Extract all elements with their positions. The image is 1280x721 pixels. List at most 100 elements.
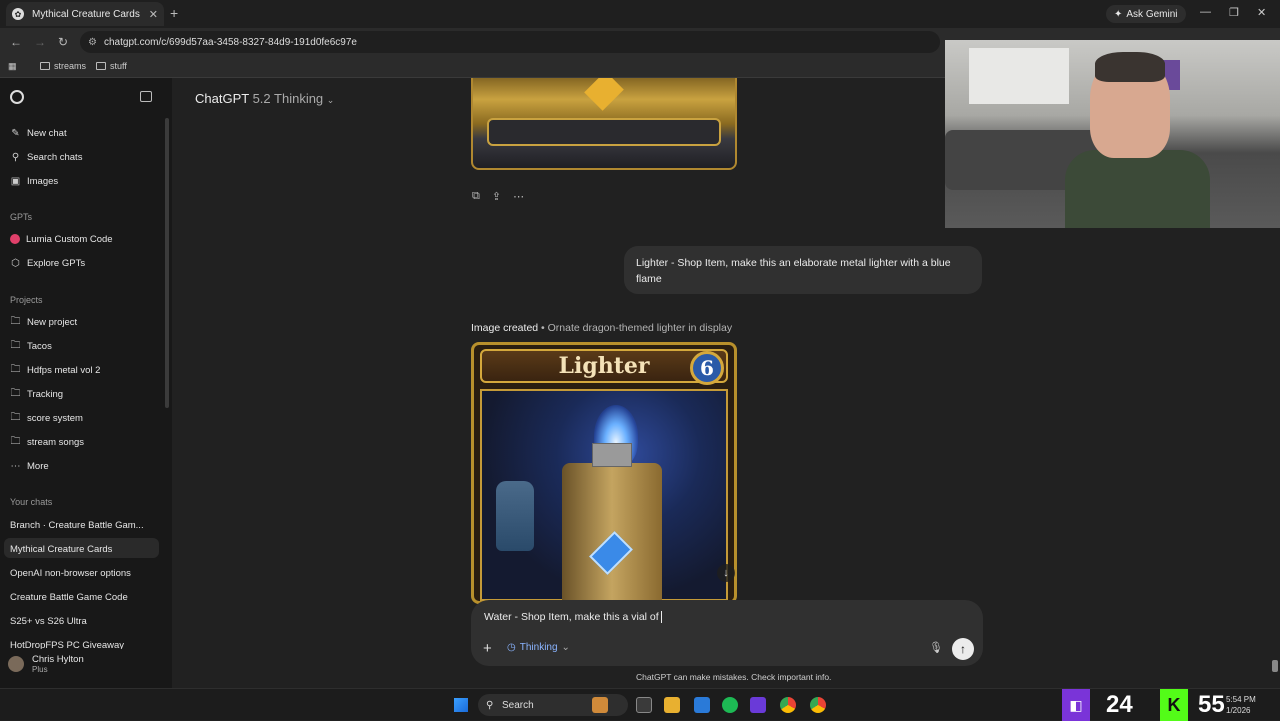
model-selector[interactable]: ChatGPT 5.2 Thinking ⌄ [195,91,334,106]
blue-gem-art [589,531,633,575]
generated-lighter-card-image[interactable]: Lighter 6 [471,342,737,604]
sidebar-item-tacos[interactable]: 🗀 Tacos [10,336,52,356]
sidebar-item-label: New chat [27,127,67,139]
lighter-chimney-art [592,443,632,467]
url-text: chatgpt.com/c/699d57aa-3458-8327-84d9-19… [104,36,357,48]
webcam-hair-art [1095,52,1165,82]
image-created-label: Image created [471,322,539,334]
card-artwork [480,389,728,601]
share-icon[interactable]: ⇪ [492,190,501,203]
sidebar-toggle-icon[interactable] [140,91,152,102]
spotify-icon[interactable] [722,697,738,713]
bookmark-stuff[interactable]: stuff [96,61,127,71]
sidebar-item-stream-songs[interactable]: 🗀 stream songs [10,432,85,452]
sidebar-item-score-system[interactable]: 🗀 score system [10,408,83,428]
system-clock[interactable]: 5:54 PM 1/2026 [1226,694,1256,716]
message-composer[interactable]: Water - Shop Item, make this a vial of +… [471,600,983,666]
previous-generated-card-image[interactable] [471,78,737,170]
card-gem-ornament [584,78,624,111]
reload-icon[interactable]: ↻ [58,35,68,49]
thinking-mode-button[interactable]: ◷ Thinking ⌄ [507,642,570,653]
sidebar-item-label: Tacos [27,340,52,352]
user-profile[interactable]: Chris Hylton Plus [8,654,84,674]
more-icon[interactable]: ⋯ [513,190,524,203]
user-name: Chris Hylton [32,654,84,665]
chat-item[interactable]: OpenAI non-browser options [10,568,131,579]
forward-icon[interactable]: → [34,35,46,49]
chevron-down-icon: ⌄ [561,642,570,653]
minimize-icon[interactable]: — [1200,6,1211,18]
chatgpt-favicon-icon: ✿ [12,8,24,20]
add-attachment-icon[interactable]: + [483,640,492,657]
hud-fx-icon[interactable] [750,697,766,713]
sidebar: ✎ New chat ⚲ Search chats ▣ Images GPTs … [0,78,172,688]
new-folder-icon: 🗀 [10,315,21,327]
folder-icon: 🗀 [10,435,21,447]
copy-icon[interactable]: ⧉ [472,190,480,203]
image-actions: ⧉ ⇪ ⋯ [472,190,524,203]
microphone-icon[interactable]: 🎙 [929,641,943,654]
back-icon[interactable]: ← [10,35,22,49]
sidebar-item-label: Hdfps metal vol 2 [27,364,101,376]
site-info-icon[interactable]: ⚙ [88,37,97,48]
sidebar-item-label: New project [27,316,78,328]
task-view-icon[interactable] [636,697,652,713]
new-tab-icon[interactable]: + [170,5,178,21]
cube-icon: ⬡ [11,257,20,269]
gpts-heading: GPTs [10,212,33,222]
chrome-active-icon[interactable] [810,697,826,713]
sidebar-item-images[interactable]: ▣ Images [10,171,58,191]
close-window-icon[interactable]: ✕ [1257,6,1266,19]
clock-icon: ◷ [507,642,516,653]
main-scrollbar[interactable] [1272,660,1278,672]
chat-item[interactable]: Creature Battle Game Code [10,592,128,603]
sidebar-item-new-project[interactable]: 🗀 New project [10,312,78,332]
composer-input[interactable]: Water - Shop Item, make this a vial of [484,611,662,624]
chat-item[interactable]: Branch · Creature Battle Gam... [10,520,144,531]
sidebar-item-label: stream songs [27,436,85,448]
gpt-avatar-icon [10,234,20,244]
taskbar: ⚲ Search ◧ 24 K 55 5:54 PM 1/2026 [0,688,1280,721]
sidebar-item-label: Search chats [27,151,83,163]
kick-icon[interactable]: K [1160,689,1188,721]
thinking-label: Thinking [519,642,558,653]
ask-gemini-label: Ask Gemini [1126,8,1178,20]
sidebar-item-search-chats[interactable]: ⚲ Search chats [10,147,83,167]
folder-icon: 🗀 [10,387,21,399]
chat-item[interactable]: S25+ vs S26 Ultra [10,616,87,627]
browser-tab[interactable]: ✿ Mythical Creature Cards ✕ [6,2,164,26]
sidebar-item-explore-gpts[interactable]: ⬡ Explore GPTs [10,253,85,273]
url-field[interactable]: ⚙ chatgpt.com/c/699d57aa-3458-8327-84d9-… [80,31,940,53]
bookmark-label: streams [54,61,87,71]
apps-grid-icon[interactable]: ▦ [8,61,17,72]
sidebar-item-label: Explore GPTs [27,257,86,269]
sidebar-item-tracking[interactable]: 🗀 Tracking [10,384,64,404]
twitch-viewer-count: 24 [1106,691,1133,718]
webcam-overlay [945,40,1280,228]
openai-logo-icon[interactable] [10,90,24,104]
bookmark-streams[interactable]: streams [40,61,86,71]
avatar [8,656,24,672]
chat-item[interactable]: HotDropFPS PC Giveaway [10,640,124,649]
chat-item-active[interactable]: Mythical Creature Cards [10,544,112,555]
widgets-icon[interactable] [592,697,608,713]
sidebar-item-more[interactable]: ⋯ More [10,456,49,476]
chrome-icon[interactable] [780,697,796,713]
maximize-icon[interactable]: ❐ [1229,6,1239,19]
sidebar-item-label: More [27,460,49,472]
file-explorer-icon[interactable] [664,697,680,713]
sidebar-item-hdfps-metal[interactable]: 🗀 Hdfps metal vol 2 [10,360,101,380]
composer-input-text: Water - Shop Item, make this a vial of [484,611,659,623]
dots-icon: ⋯ [10,460,21,472]
notepad-icon[interactable] [694,697,710,713]
windows-start-icon[interactable] [454,698,468,712]
sidebar-item-new-chat[interactable]: ✎ New chat [10,123,67,143]
twitch-icon[interactable]: ◧ [1062,689,1090,721]
send-button[interactable]: ↑ [952,638,974,660]
sidebar-item-lumia-custom-code[interactable]: Lumia Custom Code [10,229,113,249]
scroll-down-icon[interactable]: ↓ [717,564,735,582]
ask-gemini-button[interactable]: ✦ Ask Gemini [1106,5,1186,23]
close-tab-icon[interactable]: ✕ [149,8,158,21]
sidebar-scrollbar[interactable] [165,118,169,408]
potion-bottle-art [496,481,534,551]
